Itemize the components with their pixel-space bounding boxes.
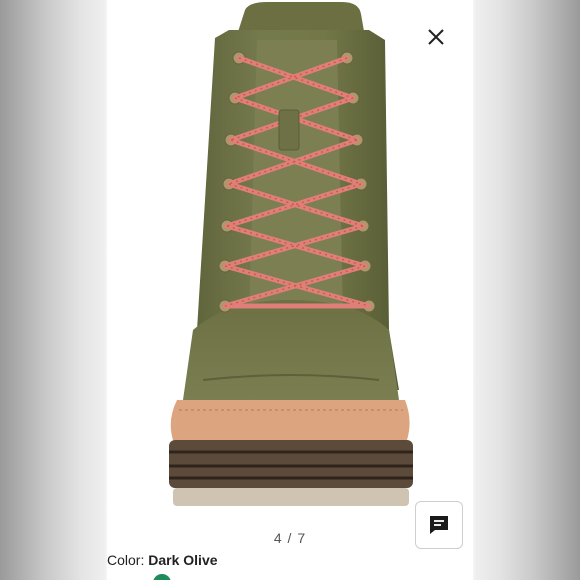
color-swatch[interactable] — [153, 574, 171, 580]
color-label: Color: — [107, 552, 145, 568]
product-photo — [169, 2, 413, 506]
close-icon — [428, 29, 444, 45]
image-viewer: 4 / 7 Color: Dark Olive — [107, 0, 473, 580]
chat-button[interactable] — [415, 501, 463, 549]
color-info: Color: Dark Olive — [107, 552, 218, 568]
close-button[interactable] — [419, 20, 453, 54]
chat-bubble-icon — [430, 516, 448, 534]
color-value: Dark Olive — [148, 552, 218, 568]
